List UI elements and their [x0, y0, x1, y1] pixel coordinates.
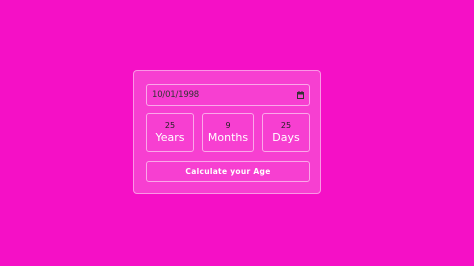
birth-date-input[interactable]: 10/01/1998: [146, 84, 310, 106]
years-label: Years: [155, 131, 185, 144]
months-label: Months: [207, 131, 249, 144]
age-results: 25 Years 9 Months 25 Days: [146, 113, 310, 152]
birth-date-value: 10/01/1998: [152, 90, 199, 100]
days-result: 25 Days: [262, 113, 310, 152]
years-value: 25: [164, 121, 176, 130]
age-calculator-card: 10/01/1998 25 Years 9 Months 25 Days Cal…: [133, 70, 321, 194]
calendar-icon[interactable]: [297, 91, 304, 99]
days-value: 25: [280, 121, 292, 130]
months-result: 9 Months: [202, 113, 254, 152]
months-value: 9: [225, 121, 231, 130]
days-label: Days: [272, 131, 300, 144]
years-result: 25 Years: [146, 113, 194, 152]
calculate-age-button[interactable]: Calculate your Age: [146, 161, 310, 182]
